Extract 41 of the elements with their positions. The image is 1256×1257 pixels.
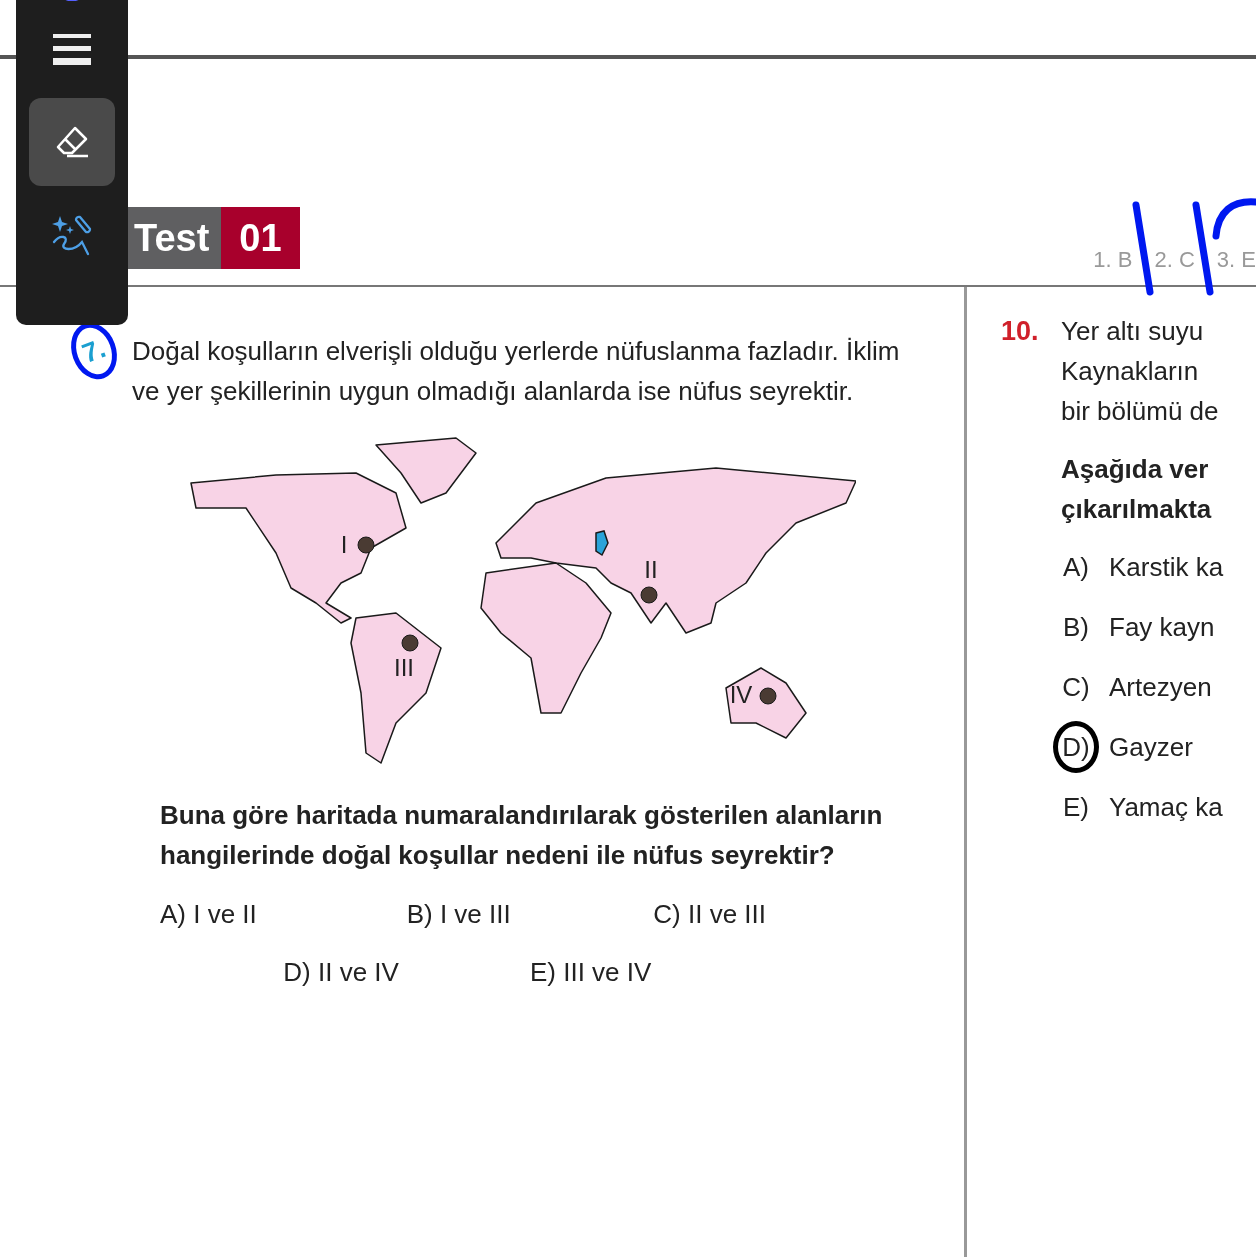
lake-shape bbox=[595, 530, 609, 557]
question-text-line: bir bölümü de bbox=[1061, 395, 1220, 428]
answer-option[interactable]: C) II ve III bbox=[653, 895, 900, 933]
marker-label: II bbox=[644, 556, 658, 583]
answer-key-item: 3. E bbox=[1216, 247, 1256, 273]
option-letter[interactable]: D) bbox=[1053, 721, 1099, 773]
option-text: Karstik ka bbox=[1109, 551, 1224, 584]
answer-key-item: 2. C bbox=[1154, 247, 1195, 273]
menu-icon bbox=[53, 34, 91, 66]
map-marker bbox=[640, 586, 658, 604]
question-text-line: Kaynakların bbox=[1061, 355, 1200, 388]
option-text: Artezyen bbox=[1109, 671, 1212, 704]
question-text: Doğal koşulların elverişli olduğu yerlerde nüfuslanma fazladır. İklim ve yer şekillerinin uygun olmadığı alanlarda ise nüfus seyrektir. bbox=[132, 335, 901, 408]
map-marker bbox=[357, 536, 375, 554]
answer-key-item: 1. B bbox=[1093, 247, 1133, 273]
test-label: Test bbox=[128, 207, 222, 269]
question-prompt-line: Aşağıda ver bbox=[1061, 453, 1210, 486]
marker-label: I bbox=[340, 531, 348, 558]
answer-option[interactable]: D) II ve IV bbox=[283, 953, 530, 991]
tool-button[interactable] bbox=[29, 98, 115, 186]
eraser-icon bbox=[55, 125, 89, 159]
option-letter[interactable]: E) bbox=[1053, 781, 1099, 833]
option-letter[interactable]: C) bbox=[1053, 661, 1099, 713]
marker-label: IV bbox=[729, 681, 753, 708]
option-text: Fay kayn bbox=[1109, 611, 1215, 644]
question-number: 10. bbox=[1001, 315, 1040, 348]
map-marker bbox=[401, 634, 419, 652]
answer-option[interactable]: A) I ve II bbox=[160, 895, 407, 933]
answer-option[interactable]: E) III ve IV bbox=[530, 953, 777, 991]
ink-arc bbox=[1212, 198, 1256, 240]
option-letter[interactable]: A) bbox=[1053, 541, 1099, 593]
option-letter[interactable]: B) bbox=[1053, 601, 1099, 653]
question-prompt-line: çıkarılmakta bbox=[1061, 493, 1213, 526]
answer-option[interactable]: B) I ve III bbox=[406, 895, 654, 933]
question-prompt: Buna göre haritada numaralandırılarak gösterilen alanların hangilerinde doğal koşullar nedeni ile nüfus seyrektir? bbox=[160, 799, 884, 872]
question-text-line: Yer altı suyu bbox=[1061, 315, 1205, 348]
option-text: Yamaç ka bbox=[1109, 791, 1223, 824]
map-marker bbox=[759, 687, 777, 705]
option-text: Gayzer bbox=[1109, 731, 1193, 764]
test-number: 01 bbox=[221, 207, 300, 269]
marker-label: III bbox=[394, 654, 414, 681]
